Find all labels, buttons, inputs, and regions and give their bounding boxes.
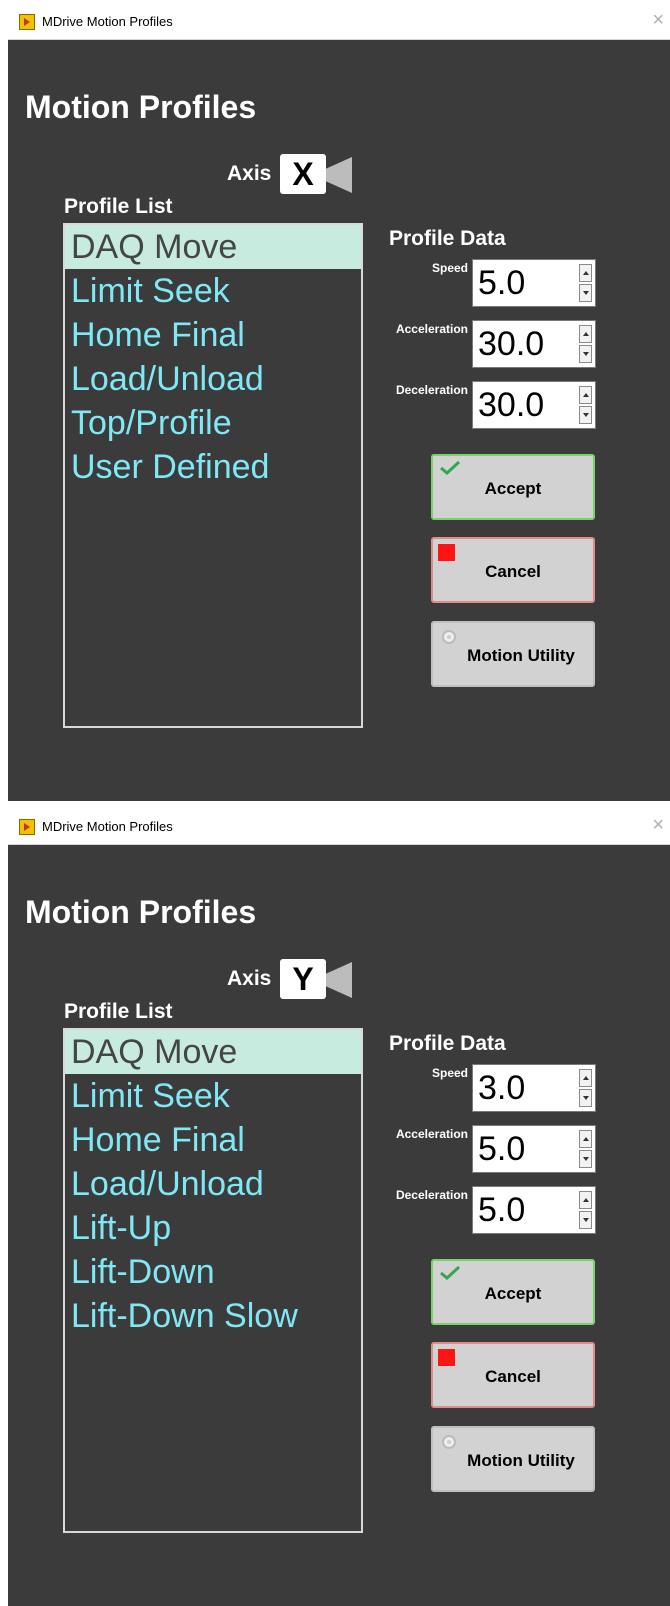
profile-list-label: Profile List <box>64 1000 173 1023</box>
page-title: Motion Profiles <box>25 89 257 125</box>
list-item[interactable]: Home Final <box>65 1118 361 1162</box>
list-item[interactable]: Load/Unload <box>65 357 361 401</box>
motion-utility-label: Motion Utility <box>467 1451 575 1470</box>
cancel-label: Cancel <box>485 1367 541 1386</box>
deceleration-value[interactable]: 30.0 <box>478 382 544 428</box>
list-item-selected[interactable]: DAQ Move <box>65 1030 361 1074</box>
motion-utility-label: Motion Utility <box>467 646 575 665</box>
app-icon <box>19 14 35 30</box>
gear-icon <box>442 630 456 644</box>
spin-up-icon[interactable] <box>579 264 592 282</box>
deceleration-value[interactable]: 5.0 <box>478 1187 525 1233</box>
spin-down-icon[interactable] <box>579 1211 592 1229</box>
spin-up-icon[interactable] <box>579 386 592 404</box>
profile-data-label: Profile Data <box>389 1032 506 1055</box>
motion-utility-button[interactable]: Motion Utility <box>431 1426 595 1492</box>
profile-data-label: Profile Data <box>389 227 506 250</box>
spin-down-icon[interactable] <box>579 406 592 424</box>
acceleration-input[interactable]: 30.0 <box>472 320 596 368</box>
spin-down-icon[interactable] <box>579 1089 592 1107</box>
profile-list[interactable]: DAQ Move Limit Seek Home Final Load/Unlo… <box>63 1028 363 1533</box>
list-item-selected[interactable]: DAQ Move <box>65 225 361 269</box>
speed-value[interactable]: 5.0 <box>478 260 525 306</box>
axis-label: Axis <box>227 162 272 185</box>
list-item[interactable]: Limit Seek <box>65 269 361 313</box>
list-item[interactable]: Lift-Up <box>65 1206 361 1250</box>
app-icon <box>19 819 35 835</box>
acceleration-value[interactable]: 30.0 <box>478 321 544 367</box>
spin-down-icon[interactable] <box>579 1150 592 1168</box>
checkmark-icon <box>440 460 461 475</box>
stop-icon <box>438 544 455 561</box>
speed-value[interactable]: 3.0 <box>478 1065 525 1111</box>
profile-list-label: Profile List <box>64 195 173 218</box>
deceleration-input[interactable]: 30.0 <box>472 381 596 429</box>
acceleration-label: Acceleration <box>395 322 468 336</box>
title-bar: MDrive Motion Profiles × <box>8 810 670 845</box>
spin-up-icon[interactable] <box>579 1130 592 1148</box>
acceleration-spinner[interactable] <box>579 1130 592 1168</box>
spin-up-icon[interactable] <box>579 1069 592 1087</box>
acceleration-input[interactable]: 5.0 <box>472 1125 596 1173</box>
deceleration-input[interactable]: 5.0 <box>472 1186 596 1234</box>
list-item[interactable]: Top/Profile <box>65 401 361 445</box>
speed-label: Speed <box>431 261 468 275</box>
title-bar: MDrive Motion Profiles × <box>8 5 670 40</box>
list-item[interactable]: Lift-Down <box>65 1250 361 1294</box>
accept-label: Accept <box>484 1284 542 1303</box>
motion-utility-button[interactable]: Motion Utility <box>431 621 595 687</box>
list-item[interactable]: Lift-Down Slow <box>65 1294 361 1338</box>
spin-down-icon[interactable] <box>579 345 592 363</box>
close-icon[interactable]: × <box>652 815 664 835</box>
checkmark-icon <box>440 1265 461 1280</box>
motion-profiles-window-y: MDrive Motion Profiles × Motion Profiles… <box>8 810 670 1606</box>
deceleration-label: Deceleration <box>395 383 468 397</box>
deceleration-spinner[interactable] <box>579 386 592 424</box>
profile-list[interactable]: DAQ Move Limit Seek Home Final Load/Unlo… <box>63 223 363 728</box>
axis-value[interactable]: Y <box>280 959 326 999</box>
deceleration-spinner[interactable] <box>579 1191 592 1229</box>
axis-label: Axis <box>227 967 272 990</box>
deceleration-label: Deceleration <box>395 1188 468 1202</box>
accept-button[interactable]: Accept <box>431 1259 595 1325</box>
speed-label: Speed <box>431 1066 468 1080</box>
axis-value[interactable]: X <box>280 154 326 194</box>
cancel-button[interactable]: Cancel <box>431 537 595 603</box>
speed-input[interactable]: 5.0 <box>472 259 596 307</box>
close-icon[interactable]: × <box>652 10 664 30</box>
window-title: MDrive Motion Profiles <box>42 14 173 29</box>
acceleration-label: Acceleration <box>395 1127 468 1141</box>
list-item[interactable]: User Defined <box>65 445 361 489</box>
speed-spinner[interactable] <box>579 1069 592 1107</box>
accept-label: Accept <box>484 479 542 498</box>
list-item[interactable]: Home Final <box>65 313 361 357</box>
motion-profiles-window-x: MDrive Motion Profiles × Motion Profiles… <box>8 5 670 801</box>
spin-up-icon[interactable] <box>579 325 592 343</box>
cancel-label: Cancel <box>485 562 541 581</box>
spin-down-icon[interactable] <box>579 284 592 302</box>
accept-button[interactable]: Accept <box>431 454 595 520</box>
spin-up-icon[interactable] <box>579 1191 592 1209</box>
window-title: MDrive Motion Profiles <box>42 819 173 834</box>
stop-icon <box>438 1349 455 1366</box>
list-item[interactable]: Load/Unload <box>65 1162 361 1206</box>
list-item[interactable]: Limit Seek <box>65 1074 361 1118</box>
page-title: Motion Profiles <box>25 894 257 930</box>
speed-spinner[interactable] <box>579 264 592 302</box>
speed-input[interactable]: 3.0 <box>472 1064 596 1112</box>
cancel-button[interactable]: Cancel <box>431 1342 595 1408</box>
acceleration-spinner[interactable] <box>579 325 592 363</box>
gear-icon <box>442 1435 456 1449</box>
acceleration-value[interactable]: 5.0 <box>478 1126 525 1172</box>
